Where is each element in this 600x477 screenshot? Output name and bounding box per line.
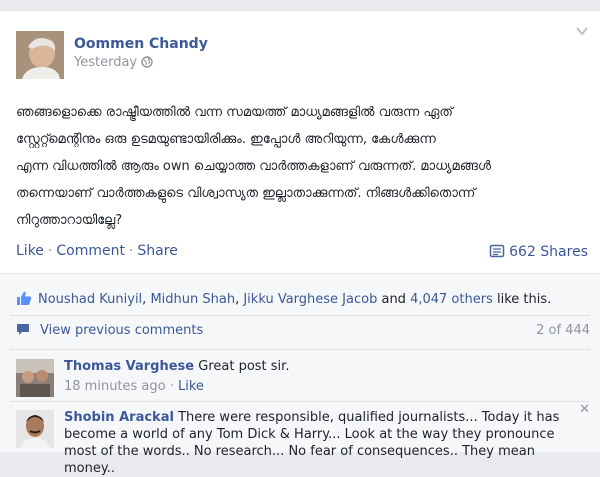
post-card: Oommen Chandy Yesterday ഞങ്ങളൊക്കെ രാഷ്ട… [0, 10, 600, 476]
post-timestamp: Yesterday [74, 55, 153, 70]
post-line: തന്നെയാണ് വാർത്തകളുടെ വിശ്വാസ്യത ഇല്ലാതാ… [16, 186, 476, 201]
comment-button[interactable]: Comment [56, 243, 125, 259]
post-time[interactable]: Yesterday [74, 55, 137, 70]
commenter-name[interactable]: Thomas Varghese [64, 359, 194, 374]
like-button[interactable]: Like [16, 243, 44, 259]
globe-icon [141, 56, 153, 68]
comments-count: 2 of 444 [536, 323, 590, 338]
commenter-name[interactable]: Shobin Arackal [64, 410, 174, 425]
likes-summary: Noushad Kuniyil, Midhun Shah, Jikku Varg… [16, 290, 551, 307]
divider [10, 315, 590, 316]
comment-meta: 18 minutes ago · Like [64, 378, 584, 395]
separator-dot: · [47, 243, 53, 259]
shares-count[interactable]: 662 Shares [489, 243, 588, 260]
likes-tail: like this. [492, 292, 552, 307]
comment-icon [17, 324, 29, 335]
post-line: നിറുത്താറായില്ലേ? [16, 213, 123, 228]
others-link[interactable]: 4,047 others [410, 292, 493, 307]
liker-link[interactable]: Noushad Kuniyil [38, 292, 142, 307]
comment-time[interactable]: 18 minutes ago [64, 379, 166, 394]
thumbs-up-icon [17, 291, 32, 305]
post-actions: Like · Comment · Share [16, 243, 178, 259]
share-button[interactable]: Share [137, 243, 177, 259]
chevron-down-icon[interactable] [576, 25, 588, 37]
divider [10, 401, 590, 402]
shares-label: 662 Shares [509, 244, 588, 260]
comment-like-button[interactable]: Like [178, 379, 204, 394]
comment-body: Thomas Varghese Great post sir. 18 minut… [64, 358, 584, 395]
separator-dot: · [169, 379, 179, 394]
divider [10, 349, 590, 350]
post-line: ഞങ്ങളൊക്കെ രാഷ്ട്രീയത്തിൽ വന്ന സമയത്ത് മ… [16, 105, 453, 120]
commenter-avatar[interactable] [16, 410, 54, 448]
liker-link[interactable]: Jikku Varghese Jacob [243, 292, 377, 307]
liker-link[interactable]: Midhun Shah [150, 292, 235, 307]
view-previous-comments[interactable]: View previous comments [16, 323, 203, 338]
share-icon [489, 244, 505, 258]
feedback-section: Noushad Kuniyil, Midhun Shah, Jikku Varg… [0, 273, 600, 476]
comment-body: Shobin Arackal There were responsible, q… [64, 409, 564, 477]
comment-text: Great post sir. [198, 359, 290, 374]
close-icon[interactable]: ✕ [579, 402, 590, 417]
post-line: എന്ന വിധത്തിൽ ആരും own ചെയ്യാത്ത വാർത്തക… [16, 159, 491, 174]
post-text: ഞങ്ങളൊക്കെ രാഷ്ട്രീയത്തിൽ വന്ന സമയത്ത് മ… [16, 99, 586, 234]
post-line: സ്റ്റേറ്റ്മെന്റിനും ഒരു ഉടമയുണ്ടായിരിക്ക… [16, 132, 436, 147]
author-avatar[interactable] [16, 31, 64, 79]
commenter-avatar[interactable] [16, 359, 54, 397]
post-author-name[interactable]: Oommen Chandy [74, 36, 208, 52]
view-previous-label: View previous comments [40, 323, 204, 338]
likes-and: and [377, 292, 411, 307]
separator-dot: · [128, 243, 134, 259]
